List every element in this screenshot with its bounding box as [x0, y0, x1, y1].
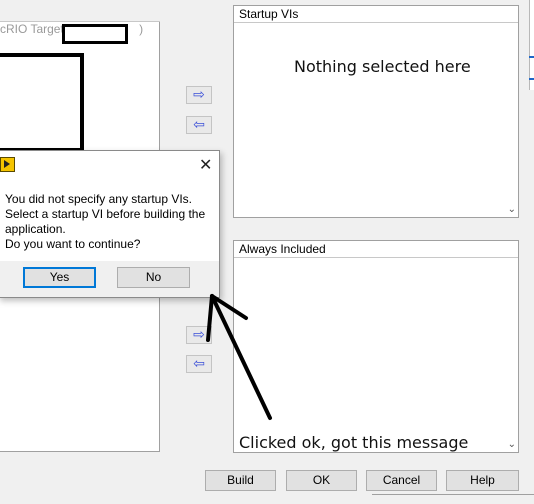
play-icon [4, 160, 10, 168]
close-icon[interactable]: ✕ [199, 155, 212, 174]
always-included-header: Always Included [234, 241, 518, 258]
startup-vis-header: Startup VIs [234, 6, 518, 23]
ok-button[interactable]: OK [286, 470, 357, 491]
always-included-list[interactable]: Always Included ⌄ [233, 240, 519, 453]
source-files-header [0, 5, 160, 22]
dialog-message: You did not specify any startup VIs. Sel… [5, 192, 215, 252]
adjacent-window-mark [529, 56, 534, 58]
redaction-box-large [0, 53, 84, 152]
arrow-right-icon: ⇨ [193, 327, 205, 343]
remove-always-included-button[interactable]: ⇦ [186, 355, 212, 373]
no-startup-vi-dialog: ✕ You did not specify any startup VIs. S… [0, 150, 220, 298]
build-button[interactable]: Build [205, 470, 276, 491]
crio-target-label: cRIO Target ( [0, 22, 72, 36]
crio-target-suffix: ) [139, 22, 144, 36]
no-button[interactable]: No [117, 267, 190, 288]
scroll-down-icon[interactable]: ⌄ [508, 439, 516, 450]
add-startup-vi-button[interactable]: ⇨ [186, 86, 212, 104]
arrow-right-icon: ⇨ [193, 87, 205, 103]
divider [372, 494, 534, 495]
remove-startup-vi-button[interactable]: ⇦ [186, 116, 212, 134]
annotation-clicked-ok: Clicked ok, got this message [239, 433, 469, 452]
startup-vis-list[interactable]: Startup VIs ⌄ [233, 5, 519, 218]
redaction-box-small [62, 24, 128, 44]
cancel-button[interactable]: Cancel [366, 470, 437, 491]
dialog-titlebar[interactable] [0, 151, 219, 178]
help-button[interactable]: Help [446, 470, 519, 491]
adjacent-window-mark [529, 78, 534, 80]
arrow-left-icon: ⇦ [193, 356, 205, 372]
dialog-message-line: You did not specify any startup VIs. [5, 192, 193, 206]
add-always-included-button[interactable]: ⇨ [186, 326, 212, 344]
annotation-nothing-selected: Nothing selected here [294, 57, 471, 76]
dialog-message-line: Select a startup VI before building the … [5, 207, 206, 236]
adjacent-window-edge [529, 0, 534, 90]
scroll-down-icon[interactable]: ⌄ [508, 204, 516, 215]
yes-button[interactable]: Yes [23, 267, 96, 288]
dialog-message-line: Do you want to continue? [5, 237, 141, 251]
arrow-left-icon: ⇦ [193, 117, 205, 133]
